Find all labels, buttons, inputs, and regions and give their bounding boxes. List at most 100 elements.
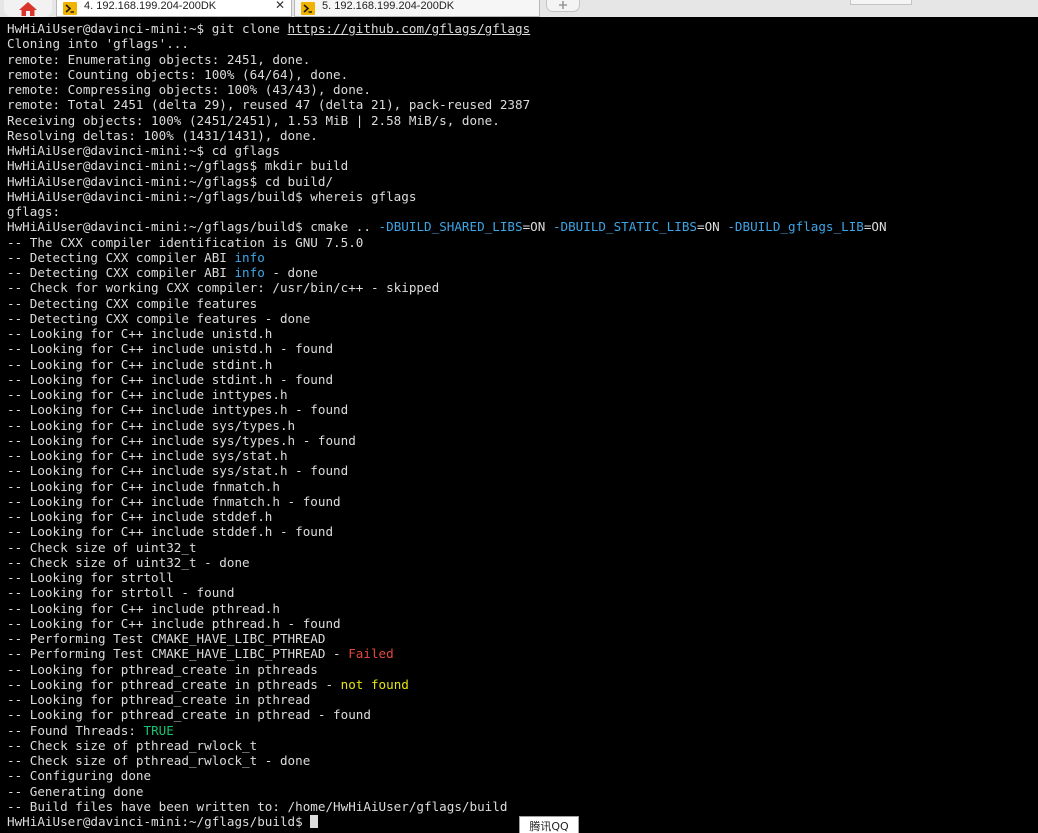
terminal-line: -- Looking for strtoll <box>7 570 1038 585</box>
terminal-line: remote: Enumerating objects: 2451, done. <box>7 52 1038 67</box>
taskbar-tooltip: 腾讯QQ <box>519 816 579 833</box>
text-cursor <box>310 815 319 828</box>
terminal-line: -- Looking for C++ include sys/types.h -… <box>7 433 1038 448</box>
terminal-text: HwHiAiUser@davinci-mini:~$ git clone <box>7 21 288 36</box>
terminal-line: -- Looking for pthread_create in pthread <box>7 692 1038 707</box>
terminal-text: -- Found Threads: <box>7 722 144 738</box>
terminal-lines: HwHiAiUser@davinci-mini:~$ git clone htt… <box>0 17 1038 829</box>
terminal-text: -- Looking for C++ include stdint.h - fo… <box>7 371 334 387</box>
terminal-text: -- Looking for C++ include sys/stat.h - … <box>7 463 349 479</box>
terminal-line: -- Looking for C++ include sys/stat.h - … <box>7 463 1038 478</box>
terminal-text: -- The CXX compiler identification is GN… <box>7 234 364 250</box>
terminal-text: -- Looking for pthread_create in pthread… <box>7 676 341 692</box>
terminal-line: -- Looking for C++ include inttypes.h - … <box>7 402 1038 417</box>
terminal-line: -- Looking for C++ include stdint.h <box>7 357 1038 372</box>
terminal-line: -- Check for working CXX compiler: /usr/… <box>7 280 1038 295</box>
terminal-line: -- Looking for C++ include pthread.h <box>7 601 1038 616</box>
terminal-line: -- Found Threads: TRUE <box>7 723 1038 738</box>
terminal-text: -- Looking for C++ include sys/types.h -… <box>7 432 356 448</box>
tab-session-5[interactable]: 5. 192.168.199.204-200DK <box>294 0 540 17</box>
terminal-text: HwHiAiUser@davinci-mini:~/gflags$ mkdir … <box>7 158 349 174</box>
terminal-line: -- Looking for C++ include unistd.h <box>7 326 1038 341</box>
highlighted-text: -DBUILD_gflags_LIB <box>727 219 864 235</box>
terminal-line: -- Detecting CXX compiler ABI info <box>7 250 1038 265</box>
highlighted-text: -DBUILD_STATIC_LIBS <box>552 219 697 235</box>
terminal-text: -- Check size of uint32_t <box>7 539 197 555</box>
terminal-text: HwHiAiUser@davinci-mini:~/gflags/build$ … <box>7 219 379 235</box>
terminal-text: remote: Compressing objects: 100% (43/43… <box>7 82 371 97</box>
terminal-line: -- Detecting CXX compile features <box>7 296 1038 311</box>
terminal-text: -- Looking for C++ include inttypes.h - … <box>7 402 349 418</box>
terminal-text: -- Check size of uint32_t - done <box>7 554 250 570</box>
terminal-line: gflags: <box>7 204 1038 219</box>
terminal-line: -- Check size of uint32_t <box>7 540 1038 555</box>
terminal-line: -- Looking for C++ include fnmatch.h <box>7 479 1038 494</box>
terminal-line: -- Looking for strtoll - found <box>7 585 1038 600</box>
terminal-line: -- Check size of pthread_rwlock_t - done <box>7 753 1038 768</box>
terminal-text: -- Configuring done <box>7 768 152 784</box>
terminal-line: remote: Total 2451 (delta 29), reused 47… <box>7 97 1038 112</box>
terminal-text: -- Looking for pthread_create in pthread… <box>7 661 318 677</box>
terminal-text: -- Detecting CXX compile features - done <box>7 310 311 326</box>
terminal-text: -- Looking for strtoll - found <box>7 585 235 601</box>
terminal-text: =ON <box>863 219 887 235</box>
tab-session-4[interactable]: 4. 192.168.199.204-200DK ✕ <box>56 0 292 17</box>
terminal-line: HwHiAiUser@davinci-mini:~$ cd gflags <box>7 143 1038 158</box>
close-tab-icon[interactable]: ✕ <box>275 0 285 11</box>
terminal-line: -- Looking for pthread_create in pthread… <box>7 677 1038 692</box>
terminal-line: -- Looking for C++ include inttypes.h <box>7 387 1038 402</box>
terminal-text: -- Looking for C++ include fnmatch.h <box>7 478 280 494</box>
highlighted-text: not found <box>340 676 409 692</box>
terminal-text: -- Looking for C++ include pthread.h <box>7 600 280 616</box>
terminal-text: -- Looking for C++ include sys/types.h <box>7 417 296 433</box>
terminal-text: -- Check for working CXX compiler: /usr/… <box>7 280 440 296</box>
terminal-text: HwHiAiUser@davinci-mini:~/gflags/build$ <box>7 814 311 829</box>
terminal-line: -- Configuring done <box>7 768 1038 783</box>
terminal-line: -- Looking for C++ include sys/types.h <box>7 418 1038 433</box>
highlighted-text: info <box>234 265 265 280</box>
terminal-text: Resolving deltas: 100% (1431/1431), done… <box>7 127 318 143</box>
terminal-text: -- Build files have been written to: /ho… <box>7 798 508 814</box>
terminal-output[interactable]: HwHiAiUser@davinci-mini:~$ git clone htt… <box>0 17 1038 833</box>
highlighted-text: -DBUILD_SHARED_LIBS <box>378 219 523 235</box>
terminal-text: -- Looking for C++ include unistd.h <box>7 326 273 341</box>
tab-label: 4. 192.168.199.204-200DK <box>84 0 217 12</box>
terminal-line: -- Looking for C++ include sys/stat.h <box>7 448 1038 463</box>
terminal-line: -- Looking for C++ include stdint.h - fo… <box>7 372 1038 387</box>
terminal-line: -- Looking for pthread_create in pthread… <box>7 707 1038 722</box>
terminal-session-icon <box>301 2 315 15</box>
terminal-text: -- Looking for pthread_create in pthread <box>7 692 311 707</box>
terminal-line: -- Generating done <box>7 784 1038 799</box>
highlighted-text: TRUE <box>143 722 174 738</box>
terminal-text: -- Looking for strtoll <box>7 570 174 585</box>
terminal-text: HwHiAiUser@davinci-mini:~/gflags/build$ … <box>7 188 417 204</box>
home-button[interactable] <box>4 0 52 17</box>
terminal-text: -- Check size of pthread_rwlock_t - done <box>7 753 311 768</box>
terminal-text: -- Looking for C++ include stdint.h <box>7 356 273 372</box>
terminal-line: remote: Counting objects: 100% (64/64), … <box>7 67 1038 82</box>
terminal-text: -- Performing Test CMAKE_HAVE_LIBC_PTHRE… <box>7 646 349 662</box>
terminal-line: HwHiAiUser@davinci-mini:~$ git clone htt… <box>7 21 1038 36</box>
url-link[interactable]: https://github.com/gflags/gflags <box>288 21 531 36</box>
terminal-line: -- Looking for C++ include pthread.h - f… <box>7 616 1038 631</box>
terminal-text: Receiving objects: 100% (2451/2451), 1.5… <box>7 112 500 128</box>
terminal-text: -- Generating done <box>7 783 144 799</box>
terminal-line: HwHiAiUser@davinci-mini:~/gflags/build$ … <box>7 189 1038 204</box>
terminal-line: remote: Compressing objects: 100% (43/43… <box>7 82 1038 97</box>
new-tab-button[interactable] <box>546 0 580 12</box>
terminal-text: -- Looking for C++ include pthread.h - f… <box>7 615 341 631</box>
home-icon <box>19 2 37 16</box>
terminal-line: -- The CXX compiler identification is GN… <box>7 235 1038 250</box>
terminal-line: -- Detecting CXX compiler ABI info - don… <box>7 265 1038 280</box>
terminal-text: -- Looking for C++ include sys/stat.h <box>7 448 288 463</box>
terminal-text: HwHiAiUser@davinci-mini:~$ cd gflags <box>7 143 280 158</box>
terminal-text: remote: Enumerating objects: 2451, done. <box>7 51 311 67</box>
terminal-line: Resolving deltas: 100% (1431/1431), done… <box>7 128 1038 143</box>
terminal-text: -- Looking for pthread_create in pthread… <box>7 707 371 723</box>
terminal-line: HwHiAiUser@davinci-mini:~/gflags$ cd bui… <box>7 174 1038 189</box>
tab-bar: 4. 192.168.199.204-200DK ✕ 5. 192.168.19… <box>0 0 1038 17</box>
window-control-button[interactable] <box>850 0 912 5</box>
terminal-line: -- Looking for pthread_create in pthread… <box>7 662 1038 677</box>
terminal-line: -- Check size of pthread_rwlock_t <box>7 738 1038 753</box>
terminal-text: Cloning into 'gflags'... <box>7 36 189 52</box>
